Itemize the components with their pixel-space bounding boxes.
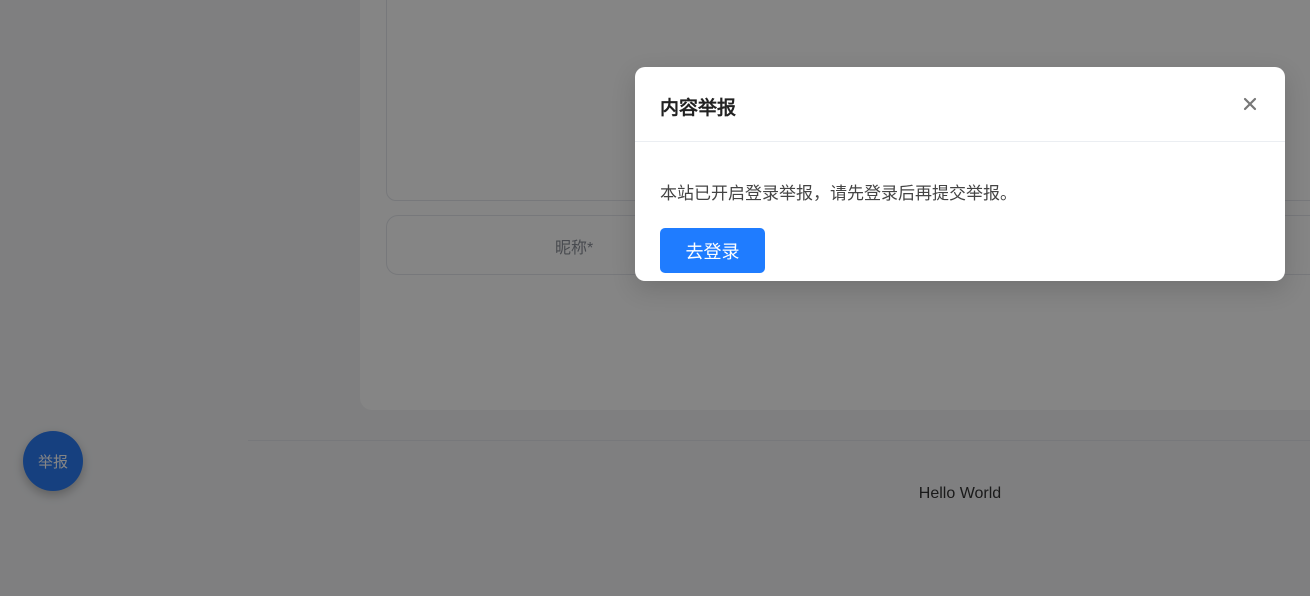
modal-message: 本站已开启登录举报，请先登录后再提交举报。 <box>660 184 1017 203</box>
report-modal: 内容举报 本站已开启登录举报，请先登录后再提交举报。 去登录 <box>635 67 1285 281</box>
modal-header: 内容举报 <box>635 67 1285 142</box>
close-icon[interactable] <box>1239 93 1261 115</box>
modal-title: 内容举报 <box>660 98 737 119</box>
login-button[interactable]: 去登录 <box>660 228 765 273</box>
